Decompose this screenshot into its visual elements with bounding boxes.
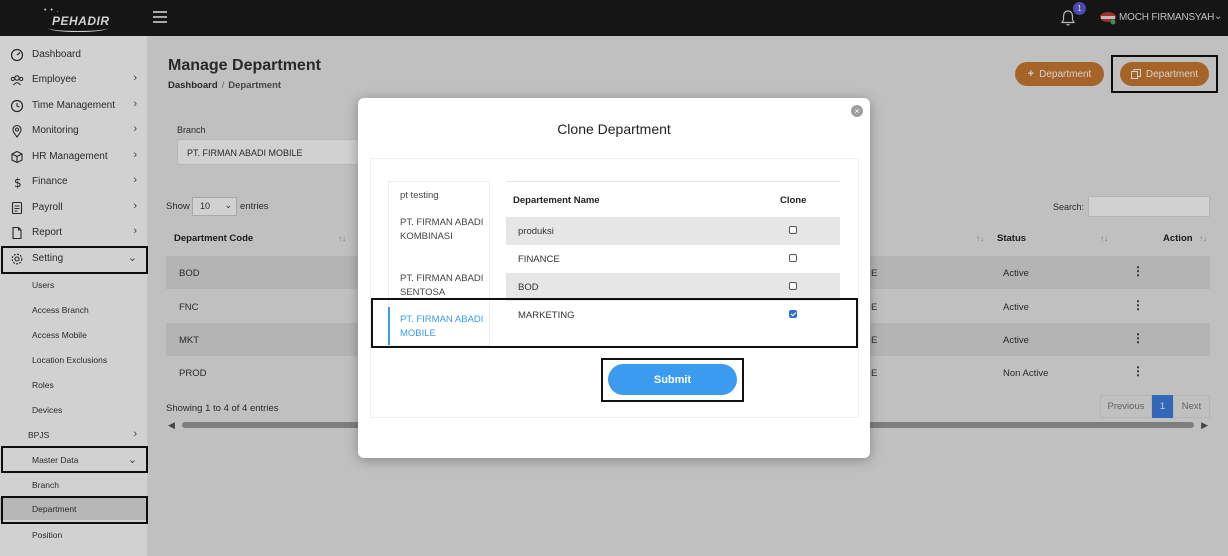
clone-row: BOD: [506, 273, 840, 301]
branch-option-pt-testing[interactable]: pt testing: [400, 189, 484, 203]
table-top-border: [506, 181, 840, 182]
th-clone: Clone: [780, 195, 807, 206]
th-department-name: Departement Name: [513, 195, 600, 206]
clone-checkbox[interactable]: [789, 254, 797, 262]
clone-checkbox[interactable]: [789, 226, 797, 234]
clone-row: FINANCE: [506, 245, 840, 273]
department-name: FINANCE: [518, 254, 560, 265]
clone-checkbox[interactable]: [789, 282, 797, 290]
department-name: BOD: [518, 282, 539, 293]
highlight-box-submit: [601, 358, 744, 402]
branch-option-sentosa[interactable]: PT. FIRMAN ABADI SENTOSA: [400, 272, 484, 300]
clone-row: produksi: [506, 217, 840, 245]
close-icon[interactable]: ×: [851, 105, 863, 117]
department-name: produksi: [518, 226, 554, 237]
branch-option-kombinasi[interactable]: PT. FIRMAN ABADI KOMBINASI: [400, 216, 484, 244]
modal-title: Clone Department: [557, 121, 671, 137]
highlight-box-marketing-row: [371, 298, 858, 348]
